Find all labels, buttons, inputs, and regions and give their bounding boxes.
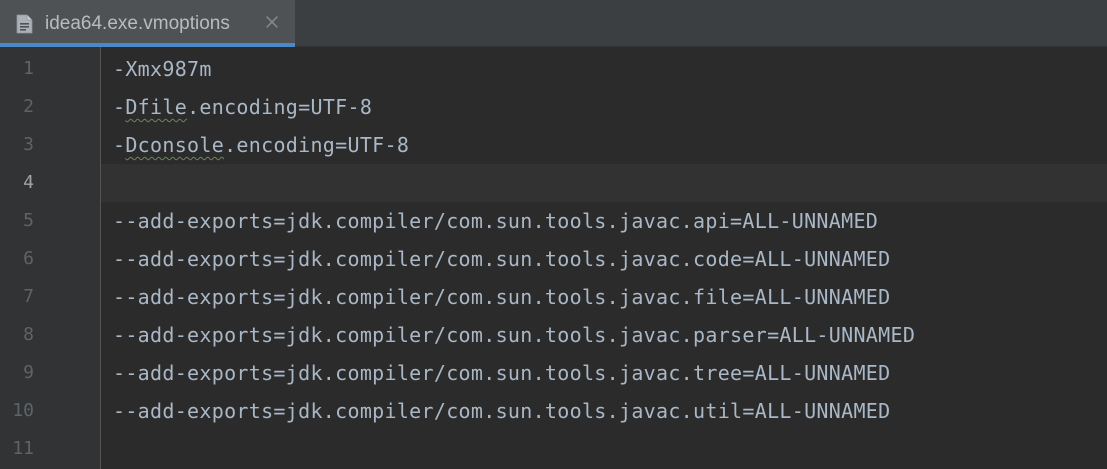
editor-tab-bar: idea64.exe.vmoptions xyxy=(0,0,1107,47)
line-number: 4 xyxy=(23,172,34,193)
line-text[interactable]: --add-exports=jdk.compiler/com.sun.tools… xyxy=(113,354,890,392)
line-text-prefix: - xyxy=(113,133,126,157)
line-text-content: --add-exports=jdk.compiler/com.sun.tools… xyxy=(113,361,891,385)
editor-line[interactable]: 10 --add-exports=jdk.compiler/com.sun.too… xyxy=(0,392,1107,430)
text-file-icon xyxy=(16,14,33,34)
tab-title: idea64.exe.vmoptions xyxy=(45,13,230,34)
line-number: 9 xyxy=(23,362,34,383)
editor-line[interactable]: 3 -Dconsole.encoding=UTF-8 xyxy=(0,126,1107,164)
line-number: 1 xyxy=(23,58,34,79)
line-number: 11 xyxy=(12,438,34,459)
line-text-content: --add-exports=jdk.compiler/com.sun.tools… xyxy=(113,247,891,271)
editor-line[interactable]: 7 --add-exports=jdk.compiler/com.sun.tool… xyxy=(0,278,1107,316)
line-text[interactable]: --add-exports=jdk.compiler/com.sun.tools… xyxy=(113,202,878,240)
line-text[interactable]: -Dconsole.encoding=UTF-8 xyxy=(113,126,409,164)
line-text-content: --add-exports=jdk.compiler/com.sun.tools… xyxy=(113,323,916,347)
editor-line[interactable]: 2 -Dfile.encoding=UTF-8 xyxy=(0,88,1107,126)
line-number: 7 xyxy=(23,286,34,307)
editor-line[interactable]: 6 --add-exports=jdk.compiler/com.sun.tool… xyxy=(0,240,1107,278)
line-text[interactable]: --add-exports=jdk.compiler/com.sun.tools… xyxy=(113,278,890,316)
line-number: 5 xyxy=(23,210,34,231)
code-editor[interactable]: 1 -Xmx987m 2 -Dfile.encoding=UTF-8 3 -Dconsol… xyxy=(0,47,1107,469)
line-text-content: --add-exports=jdk.compiler/com.sun.tools… xyxy=(113,285,891,309)
tab-idea64-vmoptions[interactable]: idea64.exe.vmoptions xyxy=(0,0,295,47)
line-text[interactable]: -Xmx987m xyxy=(113,50,212,88)
line-text[interactable]: --add-exports=jdk.compiler/com.sun.tools… xyxy=(113,240,890,278)
line-number: 3 xyxy=(23,134,34,155)
spelling-warning-text: Dfile xyxy=(125,95,188,119)
line-text-content: Xmx987m xyxy=(125,57,212,81)
line-text-content: --add-exports=jdk.compiler/com.sun.tools… xyxy=(113,399,891,423)
line-number: 10 xyxy=(12,400,34,421)
line-number: 2 xyxy=(23,96,34,117)
editor-line[interactable]: 4 xyxy=(0,164,1107,202)
close-icon[interactable] xyxy=(265,15,279,29)
line-text-content: .encoding=UTF-8 xyxy=(224,133,410,157)
line-number: 6 xyxy=(23,248,34,269)
editor-line[interactable]: 8 --add-exports=jdk.compiler/com.sun.tool… xyxy=(0,316,1107,354)
editor-line[interactable]: 11 xyxy=(0,430,1107,468)
editor-line[interactable]: 5 --add-exports=jdk.compiler/com.sun.tool… xyxy=(0,202,1107,240)
line-text-prefix: - xyxy=(113,57,126,81)
line-text[interactable]: --add-exports=jdk.compiler/com.sun.tools… xyxy=(113,392,890,430)
line-number: 8 xyxy=(23,324,34,345)
editor-line[interactable]: 1 -Xmx987m xyxy=(0,50,1107,88)
line-text[interactable]: --add-exports=jdk.compiler/com.sun.tools… xyxy=(113,316,915,354)
spelling-warning-text: Dconsole xyxy=(125,133,225,157)
line-text-content: --add-exports=jdk.compiler/com.sun.tools… xyxy=(113,209,879,233)
line-text-prefix: - xyxy=(113,95,126,119)
editor-line[interactable]: 9 --add-exports=jdk.compiler/com.sun.tool… xyxy=(0,354,1107,392)
line-text-content: .encoding=UTF-8 xyxy=(187,95,373,119)
line-text[interactable]: -Dfile.encoding=UTF-8 xyxy=(113,88,372,126)
